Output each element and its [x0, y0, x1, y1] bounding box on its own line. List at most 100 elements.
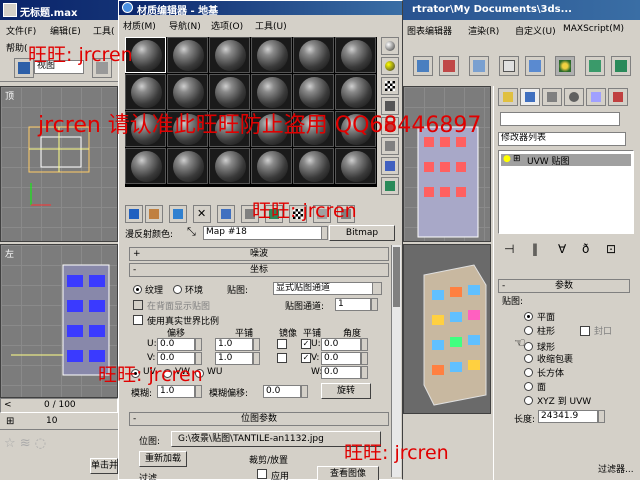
u-offset-spinner[interactable] — [195, 338, 202, 351]
show-map-on-back-checkbox[interactable] — [133, 300, 143, 310]
modifier-list-dropdown[interactable]: 修改器列表 — [498, 132, 626, 146]
material-sample-slot[interactable] — [251, 37, 292, 73]
material-editor-titlebar[interactable]: 材质编辑器 - 地基 — [119, 1, 402, 17]
map-channel-spinner[interactable] — [371, 298, 378, 311]
mapping-face-radio[interactable] — [524, 382, 533, 391]
material-sample-slot[interactable] — [251, 148, 292, 184]
material-sample-slot[interactable] — [251, 74, 292, 110]
schematic-button[interactable] — [525, 56, 545, 76]
pin-stack-icon[interactable]: ⊣ — [504, 242, 514, 256]
menu-graph-editor[interactable]: 图表编辑器 — [407, 24, 452, 37]
material-sample-slot[interactable] — [167, 148, 208, 184]
w-angle-field[interactable]: 0.0 — [321, 366, 361, 379]
motion-tab[interactable] — [564, 88, 584, 106]
lightbulb-icon[interactable]: ● — [503, 154, 511, 164]
u-offset-field[interactable]: 0.0 — [157, 338, 195, 351]
modifier-stack[interactable]: ● ⊞ UVW 贴图 — [498, 150, 634, 234]
make-unique-button[interactable] — [217, 205, 235, 223]
utilities-tab[interactable] — [608, 88, 628, 106]
real-world-scale-checkbox[interactable] — [133, 315, 143, 325]
menu-file[interactable]: 文件(F) — [6, 24, 36, 37]
me-menu-navigation[interactable]: 导航(N) — [169, 19, 201, 32]
quick-render-button[interactable] — [611, 56, 631, 76]
material-sample-slot[interactable] — [167, 37, 208, 73]
blur-offset-spinner[interactable] — [301, 385, 308, 398]
menu-edit[interactable]: 编辑(E) — [50, 24, 81, 37]
material-sample-slot[interactable] — [293, 74, 334, 110]
layer-button[interactable] — [469, 56, 489, 76]
hierarchy-tab[interactable] — [542, 88, 562, 106]
curve-editor-button[interactable] — [499, 56, 519, 76]
u-tiling-spinner[interactable] — [253, 338, 260, 351]
me-menu-options[interactable]: 选项(O) — [211, 19, 243, 32]
align-button[interactable] — [439, 56, 459, 76]
environ-radio[interactable] — [173, 285, 182, 294]
menu-maxscript[interactable]: MAXScript(M) — [563, 24, 624, 34]
material-sample-slot[interactable] — [125, 74, 166, 110]
mini-curve-icon[interactable]: ⊞ — [6, 416, 14, 427]
material-sample-slot[interactable] — [293, 148, 334, 184]
options-button[interactable] — [381, 157, 399, 175]
material-sample-slot[interactable] — [335, 74, 376, 110]
rotate-button[interactable]: 旋转 — [321, 383, 371, 399]
w-angle-spinner[interactable] — [361, 366, 368, 379]
viewport-perspective[interactable] — [403, 244, 491, 414]
v-angle-spinner[interactable] — [361, 352, 368, 365]
expand-icon[interactable]: ⊞ — [513, 154, 521, 164]
material-editor-button[interactable] — [555, 56, 575, 76]
make-unique-icon[interactable]: ∀ — [558, 242, 566, 256]
mapping-mode-dropdown[interactable]: 显式贴图通道 — [273, 282, 373, 295]
mapping-planar-radio[interactable] — [524, 312, 533, 321]
mirror-button[interactable] — [413, 56, 433, 76]
u-angle-spinner[interactable] — [361, 338, 368, 351]
material-sample-slot[interactable] — [125, 148, 166, 184]
map-name-dropdown[interactable] — [321, 226, 328, 240]
material-sample-slot[interactable] — [209, 148, 250, 184]
blur-offset-field[interactable]: 0.0 — [263, 385, 301, 398]
cap-checkbox[interactable] — [580, 326, 590, 336]
material-sample-slot[interactable] — [335, 37, 376, 73]
me-menu-utilities[interactable]: 工具(U) — [255, 19, 287, 32]
time-prev-button[interactable]: < — [4, 400, 12, 410]
scrollbar-thumb[interactable] — [393, 247, 400, 307]
status-click-button[interactable]: 单击并 — [90, 458, 118, 474]
coordinates-rollout[interactable]: - 坐标 — [129, 263, 389, 277]
map-name-field[interactable]: Map #18 — [203, 226, 323, 240]
me-menu-material[interactable]: 材质(M) — [123, 19, 156, 32]
render-setup-button[interactable] — [585, 56, 605, 76]
v-angle-field[interactable]: 0.0 — [321, 352, 361, 365]
v-tiling-spinner[interactable] — [253, 352, 260, 365]
select-by-material-button[interactable] — [381, 177, 399, 195]
time-slider[interactable]: < 0 / 100 — [0, 398, 118, 414]
create-tab[interactable] — [498, 88, 518, 106]
v-mirror-checkbox[interactable] — [277, 353, 287, 363]
material-sample-slot[interactable] — [293, 37, 334, 73]
v-tiling-field[interactable]: 1.0 — [215, 352, 253, 365]
show-end-result-icon[interactable]: ‖ — [532, 242, 538, 256]
reload-button[interactable]: 重新加载 — [139, 451, 187, 467]
u-tiling-field[interactable]: 1.0 — [215, 338, 253, 351]
get-material-button[interactable] — [125, 205, 143, 223]
u-angle-field[interactable]: 0.0 — [321, 338, 361, 351]
configure-sets-icon[interactable]: ⊡ — [606, 242, 616, 256]
mapping-mode-arrow[interactable] — [372, 282, 382, 295]
reset-map-button[interactable]: ✕ — [193, 205, 211, 223]
material-sample-slot[interactable] — [209, 74, 250, 110]
menu-customize[interactable]: 自定义(U) — [515, 24, 556, 37]
status-filter-label[interactable]: 过滤器... — [598, 462, 634, 475]
view-image-button[interactable]: 查看图像 — [317, 466, 379, 480]
mapping-box-radio[interactable] — [524, 368, 533, 377]
assign-material-button[interactable] — [169, 205, 187, 223]
background-button[interactable] — [381, 77, 399, 95]
map-type-button[interactable]: Bitmap — [329, 225, 395, 241]
object-name-field[interactable] — [500, 112, 620, 126]
backlight-button[interactable] — [381, 57, 399, 75]
make-preview-button[interactable] — [381, 137, 399, 155]
u-mirror-checkbox[interactable] — [277, 339, 287, 349]
mapping-xyz-radio[interactable] — [524, 396, 533, 405]
display-tab[interactable] — [586, 88, 606, 106]
mapping-shrinkwrap-radio[interactable] — [524, 354, 533, 363]
params-rollout-header[interactable]: - 参数 — [498, 279, 630, 293]
track-bar[interactable]: ⊞ 10 — [0, 416, 118, 430]
v-tile-checkbox[interactable]: ✓ — [301, 353, 311, 363]
